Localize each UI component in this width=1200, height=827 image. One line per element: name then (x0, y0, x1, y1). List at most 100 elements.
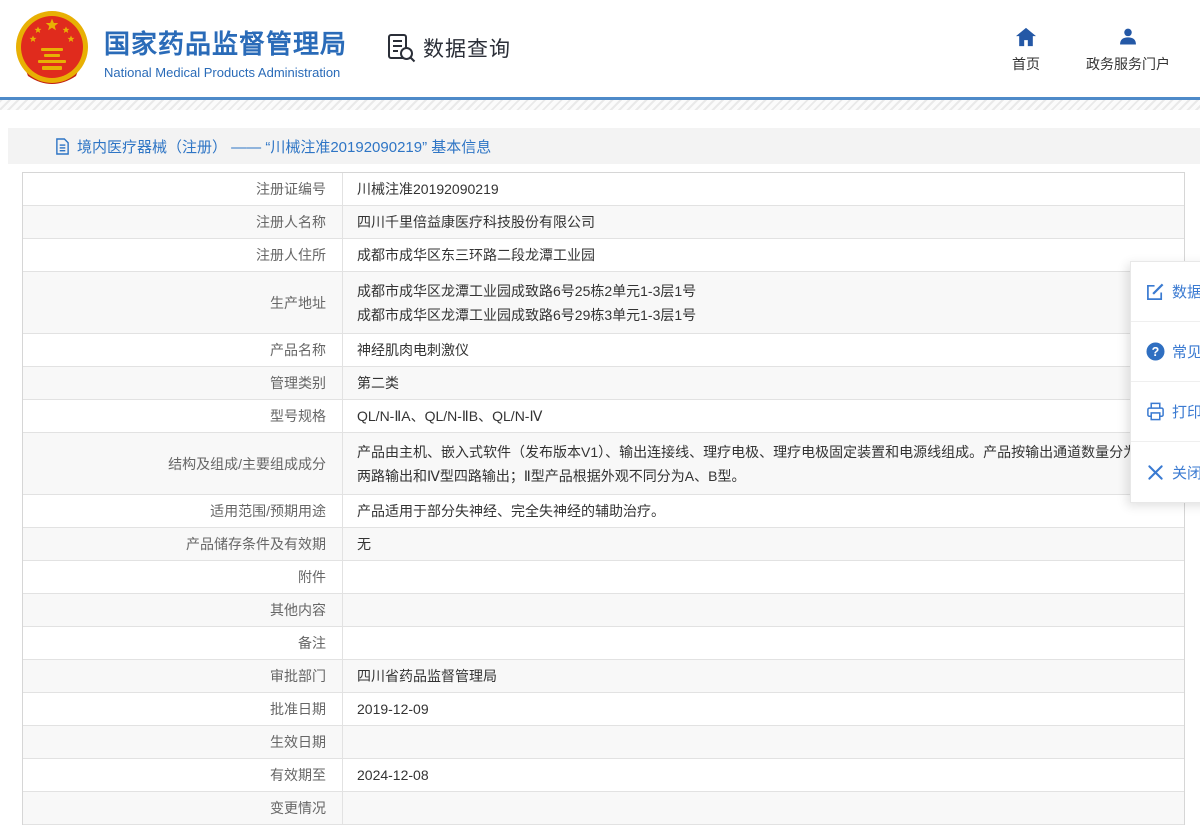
data-query-label: 数据查询 (423, 33, 511, 63)
float-menu-item[interactable]: 打印页面 (1131, 382, 1200, 442)
field-value-line: 2024-12-08 (357, 763, 1184, 787)
table-row: 附件 (23, 561, 1184, 594)
home-icon (1015, 27, 1037, 47)
field-value-line: 成都市成华区龙潭工业园成致路6号29栋3单元1-3层1号 (357, 303, 1184, 327)
doc-search-icon (386, 33, 416, 63)
table-row: 有效期至 2024-12-08 (23, 759, 1184, 792)
page-title: 境内医疗器械（注册） —— “川械注准20192090219” 基本信息 (77, 136, 491, 157)
field-label: 产品储存条件及有效期 (23, 528, 343, 560)
table-row: 变更情况 (23, 792, 1184, 825)
field-value-line: 产品适用于部分失神经、完全失神经的辅助治疗。 (357, 499, 1184, 523)
float-menu-item-label: 常见问题 (1172, 341, 1200, 362)
field-label: 有效期至 (23, 759, 343, 791)
table-row: 管理类别 第二类 (23, 367, 1184, 400)
document-icon (55, 138, 70, 155)
field-value: 成都市成华区东三环路二段龙潭工业园 (343, 239, 1184, 271)
section-title-bar: 境内医疗器械（注册） —— “川械注准20192090219” 基本信息 (8, 128, 1200, 164)
float-menu: 数据反馈 ? 常见问题 打印页面 关闭页面 (1130, 261, 1200, 503)
table-row: 其他内容 (23, 594, 1184, 627)
float-menu-item-label: 关闭页面 (1172, 462, 1200, 483)
float-menu-item[interactable]: 数据反馈 (1131, 262, 1200, 322)
field-value (343, 726, 1184, 758)
edit-icon (1146, 282, 1165, 301)
field-label: 备注 (23, 627, 343, 659)
site-title-cn: 国家药品监督管理局 (104, 24, 347, 61)
field-value-line: 四川千里倍益康医疗科技股份有限公司 (357, 210, 1184, 234)
user-icon (1118, 27, 1138, 47)
question-icon: ? (1146, 342, 1165, 361)
table-row: 型号规格 QL/N-ⅡA、QL/N-ⅡB、QL/N-Ⅳ (23, 400, 1184, 433)
field-label: 结构及组成/主要组成成分 (23, 433, 343, 494)
hatch-band (0, 100, 1200, 110)
table-row: 审批部门 四川省药品监督管理局 (23, 660, 1184, 693)
field-label: 批准日期 (23, 693, 343, 725)
field-label: 注册证编号 (23, 173, 343, 205)
table-row: 产品储存条件及有效期 无 (23, 528, 1184, 561)
field-value-line: 川械注准20192090219 (357, 177, 1184, 201)
field-value-line: 神经肌肉电刺激仪 (357, 338, 1184, 362)
field-value: 四川省药品监督管理局 (343, 660, 1184, 692)
field-label: 变更情况 (23, 792, 343, 824)
field-value: 产品由主机、嵌入式软件（发布版本V1）、输出连接线、理疗电极、理疗电极固定装置和… (343, 433, 1184, 494)
field-label: 管理类别 (23, 367, 343, 399)
field-value: 无 (343, 528, 1184, 560)
field-value: 川械注准20192090219 (343, 173, 1184, 205)
nav-gov-portal[interactable]: 政务服务门户 (1078, 27, 1178, 74)
field-value: QL/N-ⅡA、QL/N-ⅡB、QL/N-Ⅳ (343, 400, 1184, 432)
svg-text:?: ? (1152, 345, 1160, 359)
field-label: 附件 (23, 561, 343, 593)
field-label: 生效日期 (23, 726, 343, 758)
field-value: 第二类 (343, 367, 1184, 399)
field-value-line: 产品由主机、嵌入式软件（发布版本V1）、输出连接线、理疗电极、理疗电极固定装置和… (357, 440, 1184, 464)
field-label: 生产地址 (23, 272, 343, 333)
field-value: 产品适用于部分失神经、完全失神经的辅助治疗。 (343, 495, 1184, 527)
table-row: 注册证编号 川械注准20192090219 (23, 173, 1184, 206)
table-row: 备注 (23, 627, 1184, 660)
field-value: 成都市成华区龙潭工业园成致路6号25栋2单元1-3层1号成都市成华区龙潭工业园成… (343, 272, 1184, 333)
field-value: 2019-12-09 (343, 693, 1184, 725)
field-label: 注册人住所 (23, 239, 343, 271)
table-row: 生效日期 (23, 726, 1184, 759)
nav-home-label: 首页 (1012, 54, 1040, 74)
field-value: 神经肌肉电刺激仪 (343, 334, 1184, 366)
table-row: 注册人住所 成都市成华区东三环路二段龙潭工业园 (23, 239, 1184, 272)
float-menu-item-label: 打印页面 (1172, 401, 1200, 422)
info-table-body: 注册证编号 川械注准20192090219 注册人名称 四川千里倍益康医疗科技股… (23, 173, 1184, 825)
nav-home[interactable]: 首页 (998, 27, 1054, 74)
field-label: 其他内容 (23, 594, 343, 626)
site-logo-text[interactable]: 国家药品监督管理局 National Medical Products Admi… (104, 24, 347, 80)
field-value (343, 594, 1184, 626)
field-value-line: 成都市成华区东三环路二段龙潭工业园 (357, 243, 1184, 267)
field-value-line: 两路输出和Ⅳ型四路输出；Ⅱ型产品根据外观不同分为A、B型。 (357, 464, 1184, 488)
national-emblem-logo[interactable] (14, 8, 90, 88)
float-menu-item[interactable]: ? 常见问题 (1131, 322, 1200, 382)
field-label: 产品名称 (23, 334, 343, 366)
site-title-en: National Medical Products Administration (104, 65, 347, 80)
field-value: 四川千里倍益康医疗科技股份有限公司 (343, 206, 1184, 238)
field-value (343, 561, 1184, 593)
table-row: 适用范围/预期用途 产品适用于部分失神经、完全失神经的辅助治疗。 (23, 495, 1184, 528)
field-value: 2024-12-08 (343, 759, 1184, 791)
table-row: 产品名称 神经肌肉电刺激仪 (23, 334, 1184, 367)
table-row: 结构及组成/主要组成成分 产品由主机、嵌入式软件（发布版本V1）、输出连接线、理… (23, 433, 1184, 495)
field-value (343, 627, 1184, 659)
table-row: 注册人名称 四川千里倍益康医疗科技股份有限公司 (23, 206, 1184, 239)
float-menu-item[interactable]: 关闭页面 (1131, 442, 1200, 502)
table-row: 批准日期 2019-12-09 (23, 693, 1184, 726)
field-value-line: 四川省药品监督管理局 (357, 664, 1184, 688)
field-value-line: 无 (357, 532, 1184, 556)
field-label: 注册人名称 (23, 206, 343, 238)
float-menu-item-label: 数据反馈 (1172, 281, 1200, 302)
close-icon (1146, 463, 1165, 482)
field-value (343, 792, 1184, 824)
data-query-link[interactable]: 数据查询 (386, 33, 511, 63)
field-value-line: 2019-12-09 (357, 697, 1184, 721)
print-icon (1146, 402, 1165, 421)
nav-gov-portal-label: 政务服务门户 (1086, 54, 1170, 74)
site-header: 国家药品监督管理局 National Medical Products Admi… (0, 0, 1200, 97)
field-value-line: 成都市成华区龙潭工业园成致路6号25栋2单元1-3层1号 (357, 279, 1184, 303)
field-value-line: 第二类 (357, 371, 1184, 395)
field-label: 审批部门 (23, 660, 343, 692)
field-label: 适用范围/预期用途 (23, 495, 343, 527)
table-row: 生产地址 成都市成华区龙潭工业园成致路6号25栋2单元1-3层1号成都市成华区龙… (23, 272, 1184, 334)
